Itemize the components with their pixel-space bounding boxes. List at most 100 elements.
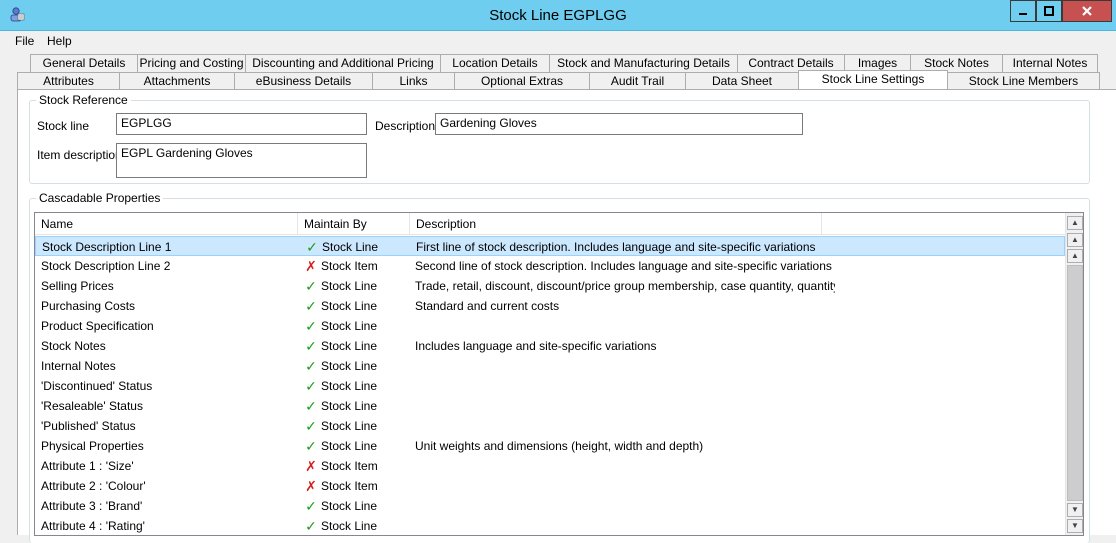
check-icon: ✓ — [305, 398, 317, 414]
maintain-by-value[interactable]: Stock Line — [321, 276, 411, 296]
tab-ebusiness-details[interactable]: eBusiness Details — [234, 72, 373, 90]
maintain-by-value[interactable]: Stock Item — [321, 256, 411, 276]
stock-line-field[interactable]: EGPLGG — [116, 113, 367, 135]
title-bar: Stock Line EGPLGG — [0, 0, 1116, 31]
table-row[interactable]: Attribute 4 : 'Rating' ✓ Stock Line — [35, 516, 1065, 535]
tab-discounting[interactable]: Discounting and Additional Pricing — [245, 54, 441, 72]
table-row[interactable]: Stock Description Line 2 ✗ Stock Item Secon… — [35, 256, 1065, 276]
maintain-by-value[interactable]: Stock Item — [321, 456, 411, 476]
property-description: Unit weights and dimensions (height, wid… — [415, 439, 704, 453]
item-description-label: Item description — [37, 148, 122, 162]
tab-panel-stock-line-settings: Stock Reference Stock line EGPLGG Descri… — [17, 89, 1116, 543]
description-label: Description — [375, 119, 436, 133]
table-row[interactable]: Attribute 3 : 'Brand' ✓ Stock Line — [35, 496, 1065, 516]
tab-attributes[interactable]: Attributes — [17, 72, 120, 90]
maintain-by-value[interactable]: Stock Line — [321, 356, 411, 376]
tab-attachments[interactable]: Attachments — [119, 72, 235, 90]
stock-reference-title: Stock Reference — [36, 93, 131, 107]
menu-file[interactable]: File — [15, 34, 34, 48]
maintain-by-value[interactable]: Stock Line — [321, 516, 411, 535]
property-name: 'Published' Status — [41, 419, 136, 433]
column-header-maintain-by[interactable]: Maintain By — [298, 213, 410, 235]
maintain-by-value[interactable]: Stock Line — [322, 237, 412, 257]
tab-stock-line-members[interactable]: Stock Line Members — [947, 72, 1100, 90]
table-row[interactable]: Purchasing Costs ✓ Stock Line Standard and … — [35, 296, 1065, 316]
maintain-by-value[interactable]: Stock Line — [321, 296, 411, 316]
table-row[interactable]: Stock Description Line 1 ✓ Stock Line First… — [35, 236, 1065, 256]
tab-internal-notes[interactable]: Internal Notes — [1002, 54, 1098, 72]
maintain-by-value[interactable]: Stock Line — [321, 336, 411, 356]
table-row[interactable]: Physical Properties ✓ Stock Line Unit weigh… — [35, 436, 1065, 456]
property-name: Attribute 2 : 'Colour' — [41, 479, 146, 493]
minimize-icon — [1019, 13, 1027, 15]
table-row[interactable]: 'Resaleable' Status ✓ Stock Line — [35, 396, 1065, 416]
property-name: Physical Properties — [41, 439, 144, 453]
check-icon: ✓ — [305, 318, 317, 334]
menu-help[interactable]: Help — [47, 34, 72, 48]
tab-audit-trail[interactable]: Audit Trail — [589, 72, 686, 90]
scroll-down-button[interactable]: ▼ — [1067, 503, 1083, 517]
column-header-name[interactable]: Name — [35, 213, 298, 235]
scroll-up-button[interactable]: ▲ — [1067, 249, 1083, 263]
property-description — [415, 356, 835, 376]
tab-stock-line-settings[interactable]: Stock Line Settings — [798, 70, 948, 90]
property-name: Stock Description Line 2 — [41, 259, 171, 273]
maintain-by-value[interactable]: Stock Line — [321, 396, 411, 416]
scroll-thumb[interactable] — [1067, 265, 1083, 501]
table-row[interactable]: Attribute 2 : 'Colour' ✗ Stock Item — [35, 476, 1065, 496]
maintain-by-value[interactable]: Stock Line — [321, 376, 411, 396]
cross-icon: ✗ — [305, 478, 317, 494]
maximize-button[interactable] — [1036, 0, 1062, 22]
description-field[interactable]: Gardening Gloves — [435, 113, 803, 135]
check-icon: ✓ — [305, 338, 317, 354]
table-row[interactable]: Attribute 1 : 'Size' ✗ Stock Item — [35, 456, 1065, 476]
tab-pricing-costing[interactable]: Pricing and Costing — [137, 54, 246, 72]
property-description: Second line of stock description. Includ… — [415, 259, 832, 273]
window-title: Stock Line EGPLGG — [489, 7, 627, 24]
table-row[interactable]: Internal Notes ✓ Stock Line — [35, 356, 1065, 376]
vertical-scrollbar[interactable]: ▲ ▲ ▲ ▼ ▼ — [1065, 213, 1083, 535]
stock-reference-group: Stock Reference Stock line EGPLGG Descri… — [29, 93, 1090, 184]
tab-optional-extras[interactable]: Optional Extras — [454, 72, 590, 90]
table-row[interactable]: Stock Notes ✓ Stock Line Includes language … — [35, 336, 1065, 356]
minimize-button[interactable] — [1010, 0, 1036, 22]
property-name: Attribute 1 : 'Size' — [41, 459, 134, 473]
scroll-top-button[interactable]: ▲ — [1067, 216, 1083, 230]
tab-general-details[interactable]: General Details — [30, 54, 138, 72]
tab-links[interactable]: Links — [372, 72, 455, 90]
property-name: Stock Description Line 1 — [42, 240, 172, 254]
property-name: 'Discontinued' Status — [41, 379, 153, 393]
check-icon: ✓ — [305, 498, 317, 514]
check-icon: ✓ — [305, 418, 317, 434]
tab-stock-manufacturing[interactable]: Stock and Manufacturing Details — [549, 54, 738, 72]
property-name: Stock Notes — [41, 339, 106, 353]
check-icon: ✓ — [305, 438, 317, 454]
column-header-description[interactable]: Description — [410, 213, 822, 235]
scroll-page-up-button[interactable]: ▲ — [1067, 233, 1083, 247]
maintain-by-value[interactable]: Stock Line — [321, 496, 411, 516]
table-row[interactable]: 'Published' Status ✓ Stock Line — [35, 416, 1065, 436]
maintain-by-value[interactable]: Stock Line — [321, 316, 411, 336]
table-row[interactable]: Selling Prices ✓ Stock Line Trade, retail, … — [35, 276, 1065, 296]
property-description — [415, 376, 835, 396]
property-description: First line of stock description. Include… — [416, 240, 816, 254]
stock-line-label: Stock line — [37, 119, 90, 133]
close-button[interactable] — [1062, 0, 1112, 22]
cross-icon: ✗ — [305, 458, 317, 474]
property-description: Includes language and site-specific vari… — [415, 339, 657, 353]
check-icon: ✓ — [306, 239, 318, 255]
item-description-field[interactable]: EGPL Gardening Gloves — [116, 143, 367, 178]
tab-location-details[interactable]: Location Details — [440, 54, 550, 72]
maximize-icon — [1044, 6, 1054, 16]
property-description: Standard and current costs — [415, 299, 560, 313]
maintain-by-value[interactable]: Stock Item — [321, 476, 411, 496]
tab-data-sheet[interactable]: Data Sheet — [685, 72, 799, 90]
table-row[interactable]: Product Specification ✓ Stock Line — [35, 316, 1065, 336]
maintain-by-value[interactable]: Stock Line — [321, 416, 411, 436]
cascadable-properties-title: Cascadable Properties — [36, 191, 164, 205]
table-row[interactable]: 'Discontinued' Status ✓ Stock Line — [35, 376, 1065, 396]
menu-bar: File Help — [0, 31, 1116, 52]
cascadable-properties-grid[interactable]: Name Maintain By Description Stock Descr… — [34, 212, 1084, 536]
maintain-by-value[interactable]: Stock Line — [321, 436, 411, 456]
scroll-bottom-button[interactable]: ▼ — [1067, 519, 1083, 533]
